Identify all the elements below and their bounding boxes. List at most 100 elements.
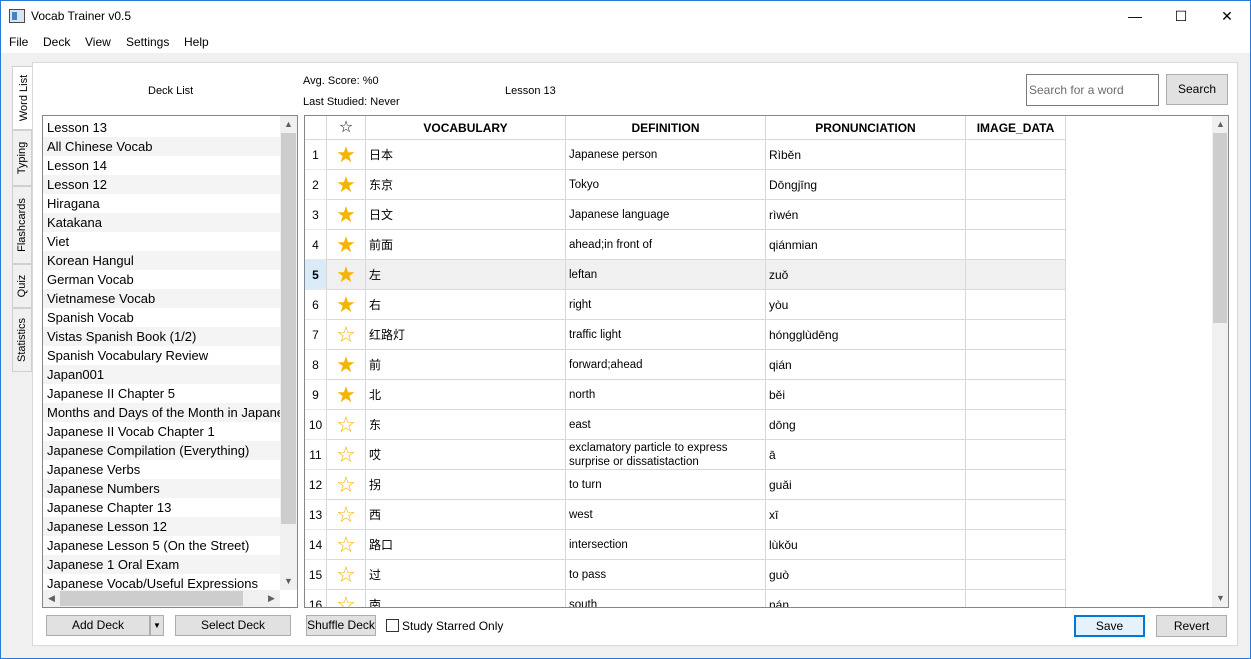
definition-cell[interactable]: Japanese language xyxy=(566,200,766,230)
deck-list-item[interactable]: Japanese 1 Oral Exam xyxy=(43,555,280,574)
study-starred-only-label[interactable]: Study Starred Only xyxy=(402,619,503,633)
row-header[interactable]: 5 xyxy=(305,260,327,290)
star-filled-icon[interactable]: ★ xyxy=(327,230,366,260)
star-empty-icon[interactable]: ☆ xyxy=(327,410,366,440)
menu-view[interactable]: View xyxy=(85,35,111,49)
row-header[interactable]: 6 xyxy=(305,290,327,320)
star-empty-icon[interactable]: ☆ xyxy=(327,530,366,560)
deck-list-item[interactable]: Japanese Lesson 5 (On the Street) xyxy=(43,536,280,555)
deck-list-item[interactable]: All Chinese Vocab xyxy=(43,137,280,156)
deck-list-item[interactable]: Spanish Vocabulary Review xyxy=(43,346,280,365)
star-empty-icon[interactable]: ☆ xyxy=(327,500,366,530)
vocabulary-cell[interactable]: 日文 xyxy=(366,200,566,230)
menu-help[interactable]: Help xyxy=(184,35,209,49)
menu-file[interactable]: File xyxy=(9,35,28,49)
image-data-cell[interactable] xyxy=(966,290,1066,320)
pronunciation-cell[interactable]: xī xyxy=(766,500,966,530)
pronunciation-cell[interactable]: dōng xyxy=(766,410,966,440)
definition-cell[interactable]: east xyxy=(566,410,766,440)
vocabulary-cell[interactable]: 过 xyxy=(366,560,566,590)
minimize-button[interactable]: — xyxy=(1112,1,1158,31)
table-vscrollbar[interactable]: ▲ ▼ xyxy=(1212,116,1228,607)
image-data-cell[interactable] xyxy=(966,140,1066,170)
row-header[interactable]: 12 xyxy=(305,470,327,500)
deck-list-item[interactable]: Japan001 xyxy=(43,365,280,384)
deck-list-hscrollbar[interactable]: ◀ ▶ xyxy=(43,590,280,607)
pronunciation-cell[interactable]: Dōngjīng xyxy=(766,170,966,200)
deck-list-item[interactable]: Japanese Lesson 12 xyxy=(43,517,280,536)
pronunciation-cell[interactable]: qiánmian xyxy=(766,230,966,260)
scroll-up-arrow-icon[interactable]: ▲ xyxy=(280,116,297,133)
definition-cell[interactable]: Japanese person xyxy=(566,140,766,170)
deck-list-item[interactable]: Months and Days of the Month in Japanese xyxy=(43,403,280,422)
vocabulary-cell[interactable]: 路口 xyxy=(366,530,566,560)
image-data-cell[interactable] xyxy=(966,200,1066,230)
tab-flashcards[interactable]: Flashcards xyxy=(12,186,32,264)
deck-list-item[interactable]: Japanese Verbs xyxy=(43,460,280,479)
tab-statistics[interactable]: Statistics xyxy=(12,308,32,372)
deck-list-item[interactable]: Japanese Numbers xyxy=(43,479,280,498)
definition-cell[interactable]: ahead;in front of xyxy=(566,230,766,260)
deck-list-item[interactable]: Japanese II Chapter 5 xyxy=(43,384,280,403)
definition-cell[interactable]: exclamatory particle to express surprise… xyxy=(566,440,766,470)
scroll-left-arrow-icon[interactable]: ◀ xyxy=(43,590,60,607)
tab-typing[interactable]: Typing xyxy=(12,130,32,186)
image-data-cell[interactable] xyxy=(966,380,1066,410)
star-filled-icon[interactable]: ★ xyxy=(327,380,366,410)
pronunciation-cell[interactable]: zuǒ xyxy=(766,260,966,290)
image-data-cell[interactable] xyxy=(966,530,1066,560)
star-empty-icon[interactable]: ☆ xyxy=(327,560,366,590)
row-header[interactable]: 15 xyxy=(305,560,327,590)
definition-cell[interactable]: south xyxy=(566,590,766,607)
pronunciation-cell[interactable]: hóngglùdēng xyxy=(766,320,966,350)
definition-cell[interactable]: to pass xyxy=(566,560,766,590)
pronunciation-cell[interactable]: guò xyxy=(766,560,966,590)
pronunciation-cell[interactable]: rìwén xyxy=(766,200,966,230)
deck-list-item[interactable]: Japanese Compilation (Everything) xyxy=(43,441,280,460)
pronunciation-cell[interactable]: lùkǒu xyxy=(766,530,966,560)
menu-deck[interactable]: Deck xyxy=(43,35,70,49)
deck-list-item[interactable]: Lesson 14 xyxy=(43,156,280,175)
definition-cell[interactable]: forward;ahead xyxy=(566,350,766,380)
image-data-cell[interactable] xyxy=(966,350,1066,380)
title-bar[interactable]: Vocab Trainer v0.5 — ☐ ✕ xyxy=(1,1,1250,31)
table-scroll-down-arrow-icon[interactable]: ▼ xyxy=(1212,590,1228,607)
vocabulary-cell[interactable]: 东京 xyxy=(366,170,566,200)
deck-list-item[interactable]: Vietnamese Vocab xyxy=(43,289,280,308)
pronunciation-cell[interactable]: yòu xyxy=(766,290,966,320)
select-deck-button[interactable]: Select Deck xyxy=(175,615,291,636)
vocabulary-cell[interactable]: 拐 xyxy=(366,470,566,500)
star-filled-icon[interactable]: ★ xyxy=(327,170,366,200)
pronunciation-cell[interactable]: guǎi xyxy=(766,470,966,500)
deck-list-item[interactable]: Korean Hangul xyxy=(43,251,280,270)
row-header[interactable]: 1 xyxy=(305,140,327,170)
vocabulary-cell[interactable]: 哎 xyxy=(366,440,566,470)
column-header-definition[interactable]: DEFINITION xyxy=(566,116,766,140)
row-header[interactable]: 4 xyxy=(305,230,327,260)
image-data-cell[interactable] xyxy=(966,590,1066,607)
image-data-cell[interactable] xyxy=(966,170,1066,200)
row-header[interactable]: 2 xyxy=(305,170,327,200)
column-header-image-data[interactable]: IMAGE_DATA xyxy=(966,116,1066,140)
vocabulary-cell[interactable]: 北 xyxy=(366,380,566,410)
image-data-cell[interactable] xyxy=(966,440,1066,470)
pronunciation-cell[interactable]: nán xyxy=(766,590,966,607)
search-input[interactable] xyxy=(1026,74,1159,106)
deck-list-item[interactable]: Lesson 13 xyxy=(43,118,280,137)
star-filled-icon[interactable]: ★ xyxy=(327,200,366,230)
shuffle-deck-button[interactable]: Shuffle Deck xyxy=(306,615,376,636)
image-data-cell[interactable] xyxy=(966,260,1066,290)
scroll-down-arrow-icon[interactable]: ▼ xyxy=(280,573,297,590)
pronunciation-cell[interactable]: qián xyxy=(766,350,966,380)
add-deck-dropdown-icon[interactable]: ▼ xyxy=(150,615,164,636)
star-filled-icon[interactable]: ★ xyxy=(327,290,366,320)
pronunciation-cell[interactable]: ā xyxy=(766,440,966,470)
row-header[interactable]: 14 xyxy=(305,530,327,560)
deck-list-item[interactable]: Japanese Chapter 13 xyxy=(43,498,280,517)
star-filled-icon[interactable]: ★ xyxy=(327,350,366,380)
row-header[interactable]: 8 xyxy=(305,350,327,380)
star-header-icon[interactable]: ☆ xyxy=(327,116,366,140)
deck-list-item[interactable]: Spanish Vocab xyxy=(43,308,280,327)
star-empty-icon[interactable]: ☆ xyxy=(327,320,366,350)
definition-cell[interactable]: north xyxy=(566,380,766,410)
